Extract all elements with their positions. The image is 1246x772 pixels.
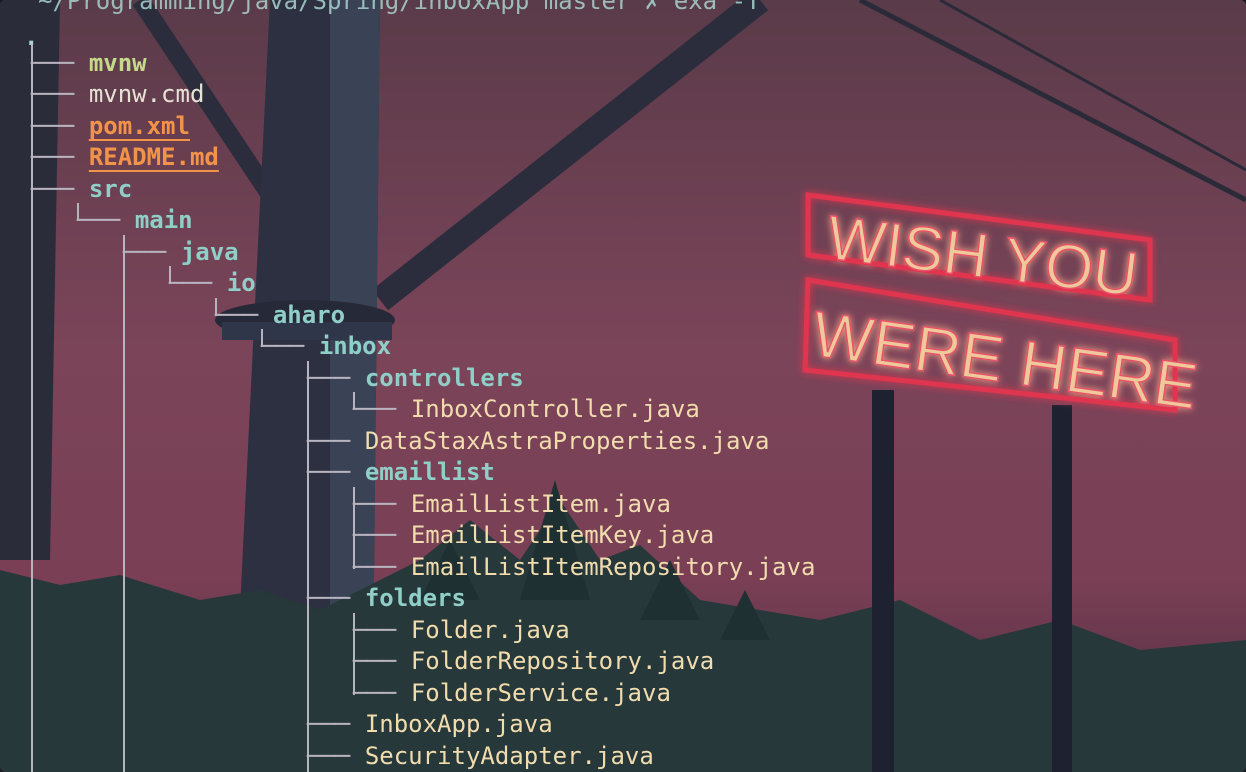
- tree-branch: ───: [353, 616, 397, 644]
- tree-row[interactable]: ─── inbox: [261, 331, 391, 362]
- terminal-output: ~/Programming/java/Spring/inboxApp maste…: [0, 0, 1246, 772]
- tree-row[interactable]: ─── controllers: [307, 363, 524, 394]
- tree-branch: ───: [261, 332, 305, 360]
- tree-row[interactable]: ─── FolderService.java: [353, 678, 671, 709]
- tree-branch: ───: [307, 458, 351, 486]
- tree-row[interactable]: ─── folders: [307, 583, 466, 614]
- file-name: pom.xml: [88, 112, 190, 140]
- tree-row[interactable]: ─── Folder.java: [353, 615, 570, 646]
- tree-row[interactable]: ─── main: [77, 205, 193, 236]
- tree-row[interactable]: ─── mvnw.cmd: [31, 79, 204, 110]
- file-name: FolderService.java: [410, 679, 671, 707]
- file-name: SecurityAdapter.java: [364, 742, 654, 770]
- tree-row[interactable]: ─── DataStaxAstraProperties.java: [307, 426, 769, 457]
- tree-branch: ───: [77, 206, 121, 234]
- file-name: EmailListItem.java: [410, 490, 671, 518]
- tree-branch: ───: [353, 647, 397, 675]
- tree-row[interactable]: ─── README.md: [31, 142, 219, 173]
- file-name: DataStaxAstraProperties.java: [364, 427, 770, 455]
- tree-row[interactable]: ─── FolderRepository.java: [353, 646, 714, 677]
- tree-row[interactable]: ─── emaillist: [307, 457, 495, 488]
- tree-branch: ───: [169, 269, 213, 297]
- tree-branch: ───: [307, 742, 351, 770]
- tree-branch: ───: [123, 238, 167, 266]
- tree-branch: ───: [31, 175, 75, 203]
- tree-branch: ───: [353, 395, 397, 423]
- tree-row[interactable]: ─── io: [169, 268, 256, 299]
- file-name: mvnw.cmd: [88, 80, 205, 108]
- tree-branch: ───: [215, 301, 259, 329]
- tree-branch: ───: [353, 679, 397, 707]
- file-name: mvnw: [88, 49, 147, 77]
- tree-row[interactable]: ─── aharo: [215, 300, 345, 331]
- tree-branch: ───: [31, 49, 75, 77]
- file-name: Folder.java: [410, 616, 570, 644]
- tree-row[interactable]: ─── java: [123, 237, 239, 268]
- tree-row[interactable]: ─── EmailListItemRepository.java: [353, 552, 815, 583]
- tree-branch: ───: [307, 710, 351, 738]
- tree-branch: ───: [31, 80, 75, 108]
- tree-row[interactable]: ─── EmailListItemKey.java: [353, 520, 714, 551]
- folder-name: controllers: [364, 364, 524, 392]
- tree-row[interactable]: ─── pom.xml: [31, 111, 190, 142]
- tree-branch: ───: [307, 427, 351, 455]
- shell-prompt: ~/Programming/java/Spring/inboxApp maste…: [38, 0, 761, 15]
- file-name: InboxController.java: [410, 395, 700, 423]
- file-name: FolderRepository.java: [410, 647, 715, 675]
- folder-name: aharo: [272, 301, 346, 329]
- tree-row[interactable]: ─── src: [31, 174, 132, 205]
- tree-row[interactable]: ─── SecurityAdapter.java: [307, 741, 654, 772]
- tree-branch: ───: [31, 112, 75, 140]
- folder-name: java: [180, 238, 239, 266]
- file-name: README.md: [88, 143, 219, 171]
- folder-name: emaillist: [364, 458, 495, 486]
- tree-branch: ───: [353, 553, 397, 581]
- folder-name: io: [226, 269, 256, 297]
- tree-branch: ───: [307, 584, 351, 612]
- tree-branch: ───: [353, 521, 397, 549]
- tree-guide-line: [123, 235, 125, 772]
- tree-branch: ───: [307, 364, 351, 392]
- tree-row[interactable]: ─── InboxController.java: [353, 394, 700, 425]
- file-name: EmailListItemKey.java: [410, 521, 715, 549]
- folder-name: inbox: [318, 332, 392, 360]
- tree-row[interactable]: ─── EmailListItem.java: [353, 489, 671, 520]
- folder-name: main: [134, 206, 193, 234]
- file-name: EmailListItemRepository.java: [410, 553, 816, 581]
- tree-row[interactable]: ─── mvnw: [31, 48, 147, 79]
- folder-name: src: [88, 175, 133, 203]
- file-name: InboxApp.java: [364, 710, 553, 738]
- tree-branch: ───: [31, 143, 75, 171]
- tree-row[interactable]: ─── InboxApp.java: [307, 709, 553, 740]
- tree-branch: ───: [353, 490, 397, 518]
- folder-name: folders: [364, 584, 466, 612]
- terminal-window: WISH YOU WERE HERE ~/Programming/java/Sp…: [0, 0, 1246, 772]
